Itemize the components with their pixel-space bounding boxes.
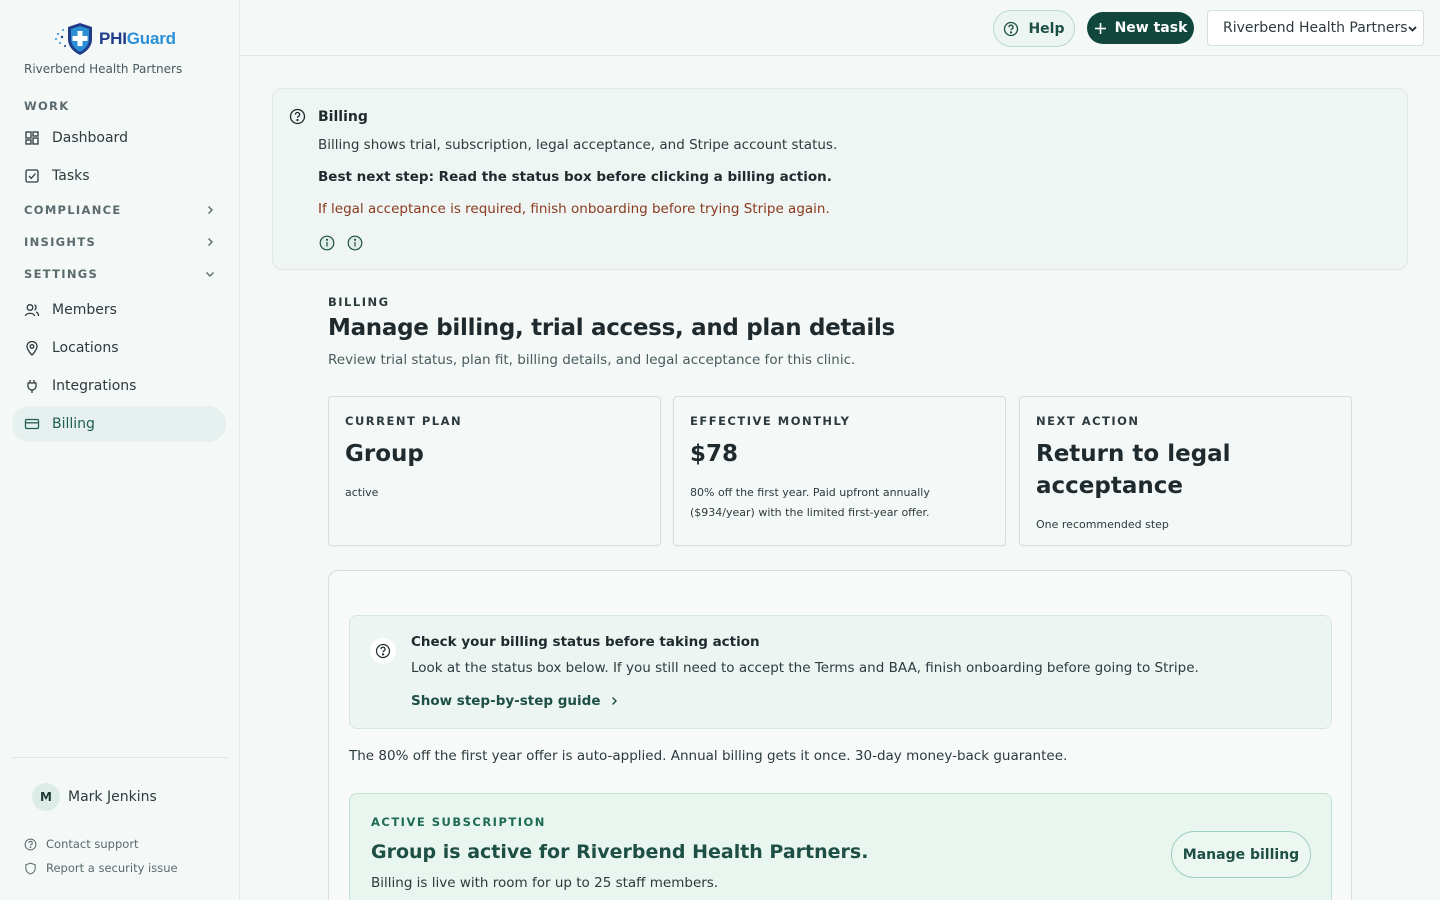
sidebar-item-integrations[interactable]: Integrations	[12, 368, 226, 404]
chevron-right-icon	[208, 238, 213, 246]
banner-title: Billing	[318, 109, 368, 125]
report-security-label: Report a security issue	[46, 861, 178, 875]
logo-text-phi: PHI	[99, 29, 127, 48]
logo-text: PHIGuard	[99, 29, 176, 49]
banner-warning: If legal acceptance is required, finish …	[318, 201, 830, 217]
sidebar-item-members[interactable]: Members	[12, 292, 226, 328]
active-subscription-box: ACTIVE SUBSCRIPTION Group is active for …	[349, 793, 1332, 900]
subscription-text: Billing is live with room for up to 25 s…	[371, 875, 719, 891]
sidebar-item-label: Billing	[52, 416, 95, 432]
banner-next-step: Best next step: Read the status box befo…	[318, 169, 832, 185]
guide-text: Look at the status box below. If you sti…	[411, 660, 1199, 676]
sidebar-item-label: Members	[52, 302, 117, 318]
logo-text-guard: Guard	[126, 29, 176, 48]
info-icon[interactable]	[319, 235, 335, 251]
effective-monthly-card: EFFECTIVE MONTHLY $78 80% off the first …	[673, 396, 1006, 546]
page-title: Manage billing, trial access, and plan d…	[328, 315, 895, 341]
guide-icon-wrap	[370, 638, 396, 664]
chevron-right-icon	[611, 697, 617, 705]
nav-section-compliance[interactable]: COMPLIANCE	[24, 203, 216, 217]
billing-status-guide: Check your billing status before taking …	[349, 615, 1332, 729]
help-circle-icon	[375, 643, 391, 659]
guide-title: Check your billing status before taking …	[411, 634, 760, 650]
sidebar-item-label: Locations	[52, 340, 119, 356]
chevron-down-icon	[206, 272, 214, 277]
contact-support-label: Contact support	[46, 837, 139, 851]
help-circle-icon	[1004, 21, 1019, 36]
nav-section-insights[interactable]: INSIGHTS	[24, 235, 216, 249]
info-icon[interactable]	[347, 235, 363, 251]
credit-card-icon	[24, 418, 40, 430]
help-button-label: Help	[1028, 20, 1065, 37]
new-task-button-label: New task	[1114, 20, 1188, 36]
chevron-down-icon	[1408, 26, 1417, 32]
help-circle-icon	[24, 838, 37, 850]
offer-text: The 80% off the first year offer is auto…	[349, 748, 1068, 764]
card-label: EFFECTIVE MONTHLY	[690, 414, 851, 428]
card-note: 80% off the first year. Paid upfront ann…	[690, 486, 930, 519]
card-value: Group	[345, 441, 424, 467]
new-task-button[interactable]: New task	[1087, 12, 1194, 44]
card-label: NEXT ACTION	[1036, 414, 1140, 428]
location-pin-icon	[26, 340, 38, 356]
logo[interactable]: PHIGuard	[54, 22, 224, 56]
card-label: CURRENT PLAN	[345, 414, 463, 428]
brand-block: PHIGuard Riverbend Health Partners	[24, 22, 224, 76]
sidebar-item-label: Integrations	[52, 378, 137, 394]
avatar: M	[32, 783, 60, 811]
current-plan-card: CURRENT PLAN Group active	[328, 396, 661, 546]
shield-icon	[25, 862, 36, 875]
contact-support-link[interactable]: Contact support	[24, 837, 139, 851]
nav-section-work: WORK	[24, 99, 70, 113]
topbar: Help New task Riverbend Health Partners	[240, 0, 1440, 56]
nav-section-settings[interactable]: SETTINGS	[24, 267, 216, 281]
page-eyebrow: BILLING	[328, 295, 390, 309]
plus-icon	[1094, 22, 1106, 34]
card-note: One recommended step	[1036, 518, 1169, 531]
sidebar-item-label: Tasks	[52, 168, 90, 184]
organization-select-value: Riverbend Health Partners	[1223, 20, 1408, 36]
help-circle-icon	[289, 108, 306, 125]
shield-logo-icon	[55, 23, 92, 55]
help-button[interactable]: Help	[993, 10, 1075, 47]
card-note: active	[345, 486, 379, 499]
dashboard-icon	[25, 131, 39, 145]
sidebar-item-tasks[interactable]: Tasks	[12, 158, 226, 194]
org-name: Riverbend Health Partners	[24, 62, 183, 76]
next-action-card: NEXT ACTION Return to legal acceptance O…	[1019, 396, 1352, 546]
user-profile[interactable]: M Mark Jenkins	[32, 783, 157, 811]
card-value: Return to legal acceptance	[1036, 441, 1231, 499]
members-icon	[24, 304, 40, 317]
billing-panel: Check your billing status before taking …	[328, 570, 1352, 900]
sidebar: PHIGuard Riverbend Health Partners WORK …	[0, 0, 240, 900]
manage-billing-button[interactable]: Manage billing	[1171, 831, 1311, 878]
show-guide-link[interactable]: Show step-by-step guide	[411, 693, 619, 709]
plug-icon	[27, 380, 37, 393]
sidebar-divider	[12, 757, 228, 758]
show-guide-label: Show step-by-step guide	[411, 693, 601, 709]
report-security-link[interactable]: Report a security issue	[24, 861, 178, 875]
sidebar-item-label: Dashboard	[52, 130, 128, 146]
page-subtitle: Review trial status, plan fit, billing d…	[328, 352, 856, 368]
billing-help-banner: Billing Billing shows trial, subscriptio…	[272, 88, 1408, 270]
subscription-title: Group is active for Riverbend Health Par…	[371, 841, 869, 863]
subscription-eyebrow: ACTIVE SUBSCRIPTION	[371, 815, 546, 829]
nav-section-label: COMPLIANCE	[24, 203, 122, 217]
nav-section-label: SETTINGS	[24, 267, 99, 281]
sidebar-item-billing[interactable]: Billing	[12, 406, 226, 442]
sidebar-item-locations[interactable]: Locations	[12, 330, 226, 366]
card-value: $78	[690, 441, 739, 467]
chevron-right-icon	[208, 206, 213, 214]
nav-section-label: INSIGHTS	[24, 235, 97, 249]
sidebar-item-dashboard[interactable]: Dashboard	[12, 120, 226, 156]
user-name: Mark Jenkins	[68, 789, 157, 805]
banner-description: Billing shows trial, subscription, legal…	[318, 137, 838, 153]
tasks-icon	[25, 169, 39, 183]
organization-select[interactable]: Riverbend Health Partners	[1207, 10, 1424, 46]
